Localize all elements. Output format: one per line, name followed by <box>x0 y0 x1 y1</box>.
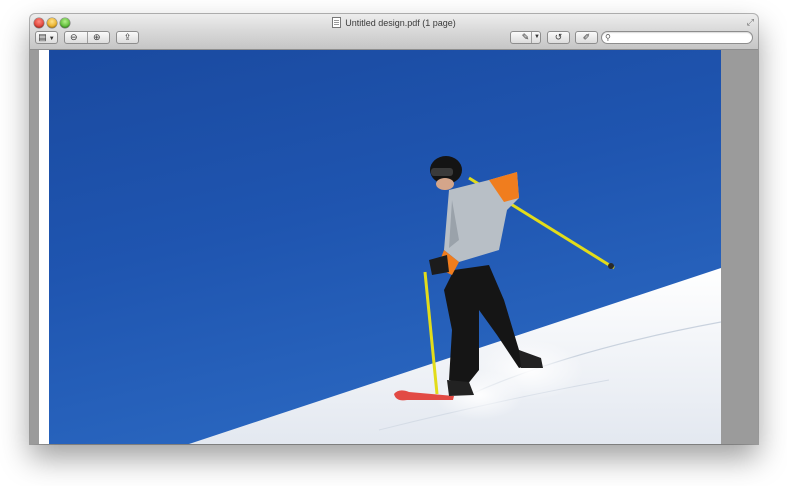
document-viewer[interactable] <box>30 50 758 444</box>
markup-dropdown-icon[interactable]: ▼ <box>534 32 540 43</box>
skier-photo <box>49 50 721 444</box>
share-icon: ⇪ <box>123 32 132 42</box>
search-input[interactable] <box>615 32 747 43</box>
pen-markup-icon: ✎ <box>521 32 530 42</box>
pdf-document-icon <box>332 17 342 28</box>
search-field[interactable]: ⚲ <box>601 31 753 44</box>
rotate-icon: ↺ <box>554 32 563 42</box>
window-title: Untitled design.pdf (1 page) <box>30 17 758 29</box>
preview-window: Untitled design.pdf (1 page) ⤢ ▤ ▼ ⊖ ⊕ ⇪ … <box>30 14 758 444</box>
edit-icon: ✐ <box>582 32 591 42</box>
pdf-page <box>39 50 721 444</box>
window-title-text: Untitled design.pdf (1 page) <box>345 18 456 28</box>
chevron-down-icon: ▼ <box>48 36 55 42</box>
zoom-control: ⊖ ⊕ <box>64 31 110 44</box>
title-bar: Untitled design.pdf (1 page) ⤢ ▤ ▼ ⊖ ⊕ ⇪ … <box>30 14 758 50</box>
markup-button[interactable]: ✎ ▼ <box>510 31 541 44</box>
rotate-button[interactable]: ↺ <box>547 31 570 44</box>
zoom-in-icon[interactable]: ⊕ <box>93 32 101 43</box>
zoom-out-icon[interactable]: ⊖ <box>70 32 78 43</box>
search-icon: ⚲ <box>605 33 611 42</box>
fullscreen-icon[interactable]: ⤢ <box>747 17 754 28</box>
sidebar-view-icon: ▤ <box>38 32 47 42</box>
view-menu-button[interactable]: ▤ ▼ <box>35 31 58 44</box>
share-button[interactable]: ⇪ <box>116 31 139 44</box>
edit-toolbar-button[interactable]: ✐ <box>575 31 598 44</box>
